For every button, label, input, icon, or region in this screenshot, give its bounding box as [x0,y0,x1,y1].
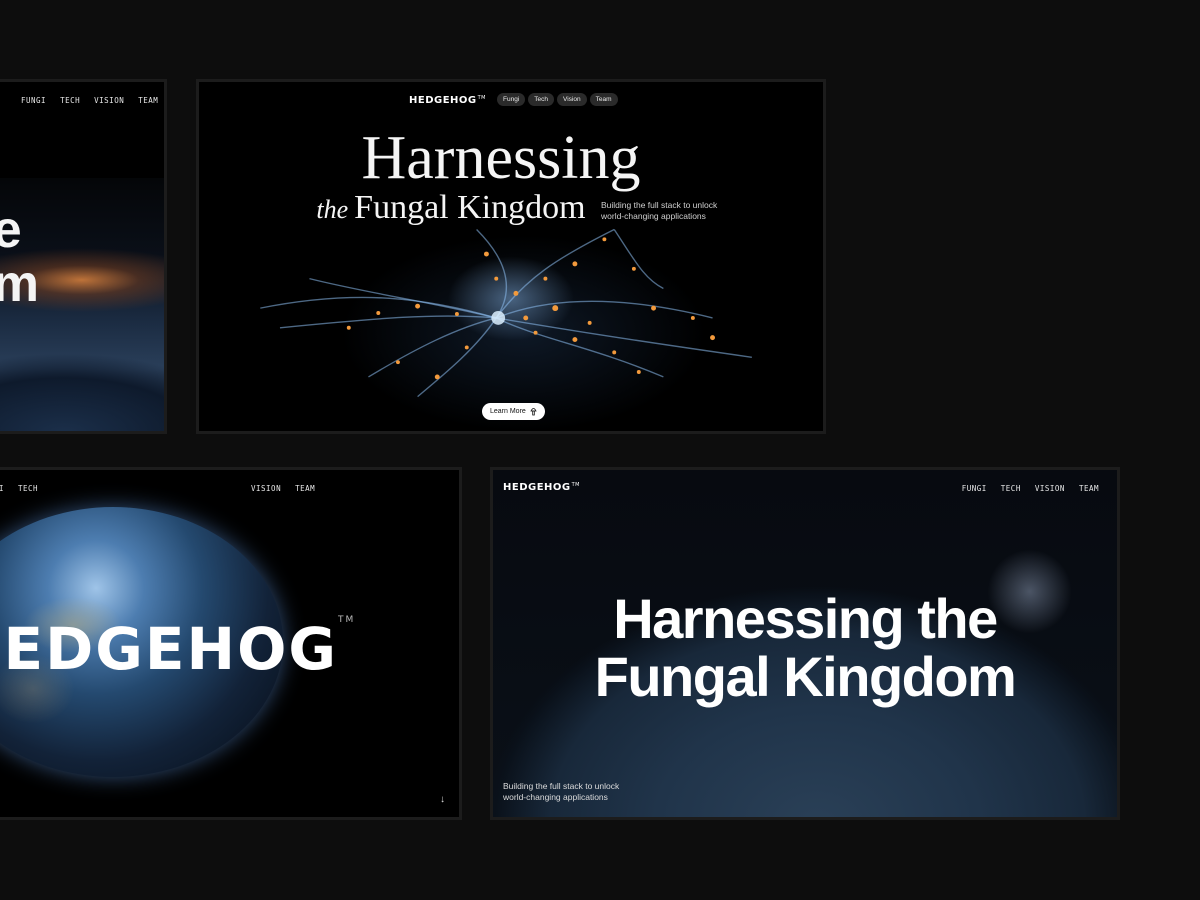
nav-fungi[interactable]: FUNGI [21,96,46,105]
preview-frame-fungal-network: HEDGEHOGTM Fungi Tech Vision Team Harnes… [196,79,826,434]
nav-fungi[interactable]: FUNGI [962,484,987,493]
nav-vision[interactable]: VISION [251,484,281,493]
nav-tech[interactable]: Tech [528,93,554,106]
subtitle-line1: Building the full stack to unlock [601,200,718,210]
nav-tech[interactable]: TECH [60,96,80,105]
headline-line2: Fungal Kingdom [594,645,1017,708]
hero-title-line1: Harnessing [361,124,641,192]
logo-text: HEDGEHOG [409,95,477,106]
learn-more-label: Learn More [490,408,526,415]
headline-line1: he [0,200,22,260]
hero-subtitle: Building the full stack to unlock world-… [503,781,619,803]
nav-left: I TECH [0,484,38,493]
headline-line1: Harnessing the [613,587,998,650]
nav-team[interactable]: Team [589,93,618,106]
hero-title-italic: the [316,195,349,224]
nav-vision[interactable]: Vision [557,93,587,106]
pill-nav: Fungi Tech Vision Team [497,93,618,106]
nav-team[interactable]: TEAM [138,96,158,105]
headline-line2: om [0,254,39,314]
hero-title-text: Fungal Kingdom [354,189,586,226]
big-logo-text: HEDGEHOG [0,615,338,683]
preview-frame-globe-logo: I TECH VISION TEAM HEDGEHOGTM ck ↓ [0,467,462,820]
big-logo: HEDGEHOGTM [0,615,355,683]
subtitle-line2: world-changing applications [503,792,608,802]
logo[interactable]: HEDGEHOGTM [409,95,486,106]
logo-text: HEDGEHOG [503,482,571,493]
preview-frame-earth-horizon: FUNGI TECH VISION TEAM he om [0,79,167,434]
subtitle-line2: world-changing applications [601,211,706,221]
logo-trademark: TM [477,95,486,101]
scroll-down-arrow-icon[interactable]: ↓ [440,794,445,805]
nav-tech[interactable]: TECH [18,484,38,493]
subtitle-line1: Building the full stack to unlock [503,781,620,791]
logo[interactable]: HEDGEHOGTM [503,482,580,493]
mushroom-icon [530,408,537,416]
nav-fungi[interactable]: Fungi [497,93,526,106]
nav-team[interactable]: TEAM [1079,484,1099,493]
hero-subtitle: Building the full stack to unlock world-… [601,200,717,222]
nav-right: VISION TEAM [251,484,315,493]
top-nav: FUNGI TECH VISION TEAM [962,484,1099,493]
nav-team[interactable]: TEAM [295,484,315,493]
learn-more-button[interactable]: Learn More [482,403,545,420]
nav-tech[interactable]: TECH [1001,484,1021,493]
nav-vision[interactable]: VISION [1035,484,1065,493]
top-nav: FUNGI TECH VISION TEAM [21,96,158,105]
big-logo-trademark: TM [338,615,356,625]
logo-trademark: TM [571,482,580,488]
nav-vision[interactable]: VISION [94,96,124,105]
hero-headline: Harnessing the Fungal Kingdom [493,590,1117,706]
nav-fungi[interactable]: I [0,484,4,493]
preview-frame-earth-headline: HEDGEHOGTM FUNGI TECH VISION TEAM Harnes… [490,467,1120,820]
